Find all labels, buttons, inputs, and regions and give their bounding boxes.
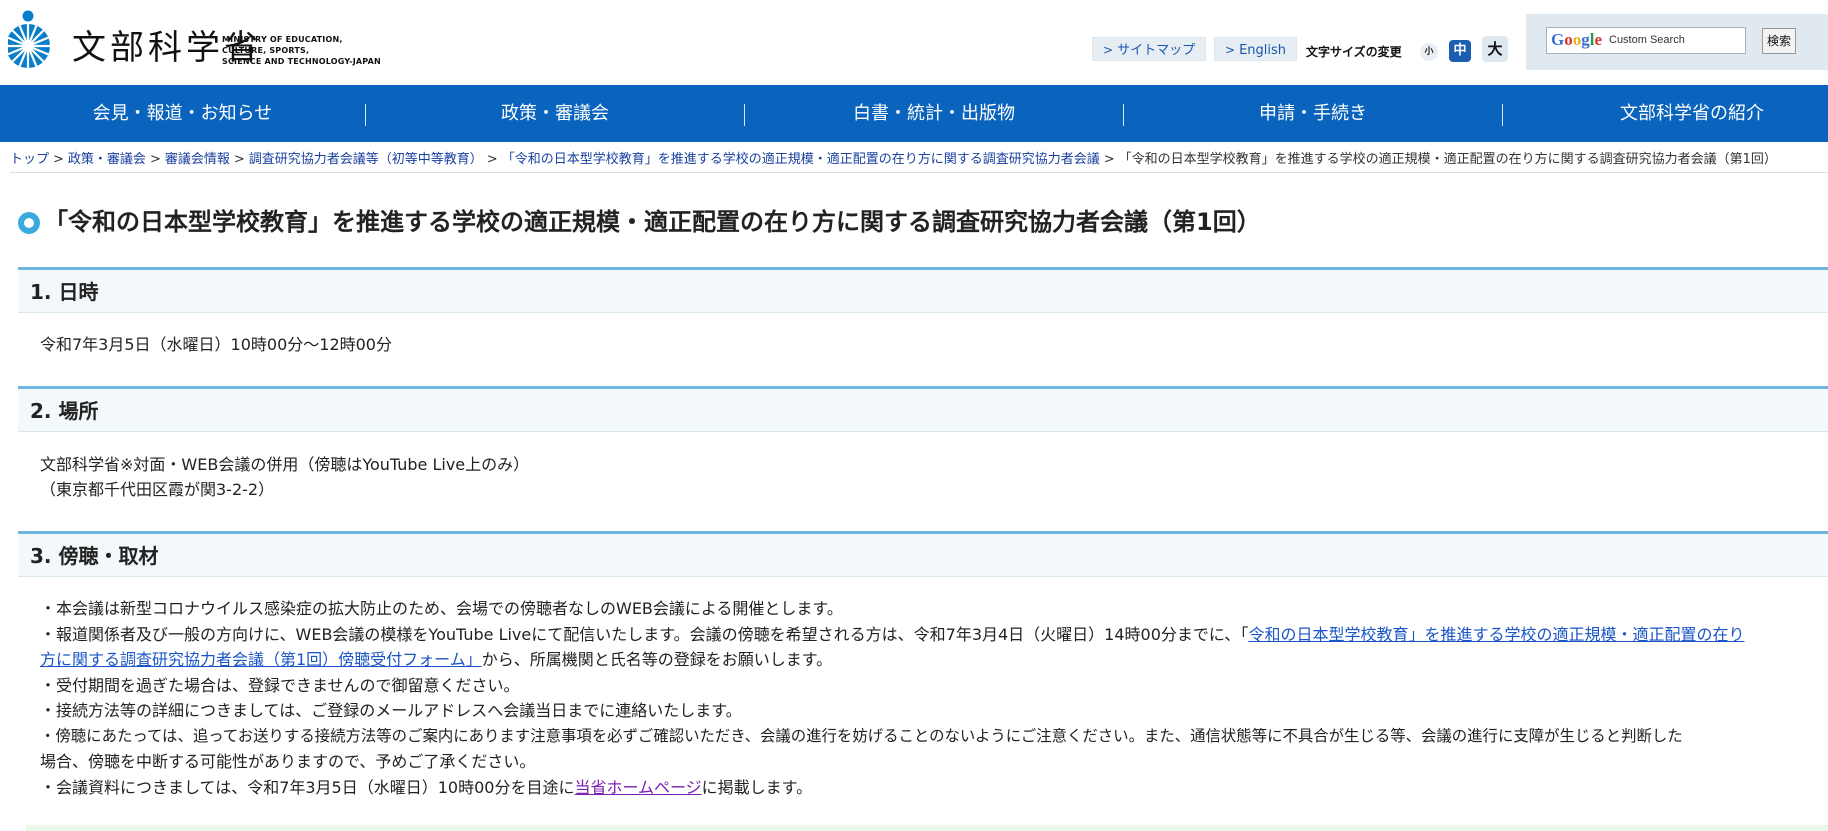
next-section-strip: [26, 825, 1828, 831]
search-button[interactable]: 検索: [1762, 28, 1796, 54]
note-item: 方に関する調査研究協力者会議（第1回）傍聴受付フォーム」から、所属機関と氏名等の…: [40, 650, 833, 669]
nav-applications[interactable]: 申請・手続き: [1124, 85, 1502, 142]
english-link[interactable]: > English: [1214, 37, 1298, 61]
font-size-small-button[interactable]: 小: [1420, 43, 1438, 61]
section-heading-observation: 3. 傍聴・取材: [18, 531, 1828, 577]
page-title: 「令和の日本型学校教育」を推進する学校の適正規模・適正配置の在り方に関する調査研…: [44, 208, 1261, 236]
nav-about[interactable]: 文部科学省の紹介: [1503, 85, 1828, 142]
breadcrumb-link[interactable]: 調査研究協力者会議等（初等中等教育）: [249, 152, 483, 167]
mext-logo-mark-icon: [8, 10, 50, 68]
nav-publications[interactable]: 白書・統計・出版物: [745, 85, 1123, 142]
section-heading-datetime: 1. 日時: [18, 267, 1828, 313]
title-bullet-icon: [18, 212, 40, 234]
note-item: ・受付期間を過ぎた場合は、登録できませんので御留意ください。: [40, 675, 520, 695]
mext-logo[interactable]: 文部科学省 MINISTRY OF EDUCATION, CULTURE, SP…: [8, 10, 428, 70]
homepage-link[interactable]: 当省ホームページ: [574, 778, 701, 797]
chevron-right-icon: >: [1103, 43, 1114, 57]
meeting-address: （東京都千代田区霞が関3-2-2）: [40, 480, 275, 499]
breadcrumb-link[interactable]: トップ: [10, 152, 49, 167]
breadcrumb-link[interactable]: 政策・審議会: [68, 152, 146, 167]
font-size-medium-button[interactable]: 中: [1449, 40, 1471, 62]
font-size-label: 文字サイズの変更: [1306, 45, 1402, 59]
note-item: ・傍聴にあたっては、追ってお送りする接続方法等のご案内にあります注意事項を必ずご…: [40, 726, 1683, 745]
meeting-location: 文部科学省※対面・WEB会議の併用（傍聴はYouTube Live上のみ）: [40, 455, 530, 474]
breadcrumb: トップ > 政策・審議会 > 審議会情報 > 調査研究協力者会議等（初等中等教育） > 「令和の…: [10, 149, 1828, 171]
nav-press[interactable]: 会見・報道・お知らせ: [0, 85, 365, 142]
breadcrumb-current: 「令和の日本型学校教育」を推進する学校の適正規模・適正配置の在り方に関する調査研…: [1118, 152, 1777, 167]
note-item: ・会議資料につきましては、令和7年3月5日（水曜日）10時00分を目途に当省ホー…: [40, 777, 813, 797]
breadcrumb-separator: >: [53, 152, 64, 167]
breadcrumb-separator: >: [1103, 152, 1115, 167]
nav-policy[interactable]: 政策・審議会: [366, 85, 744, 142]
breadcrumb-separator: >: [149, 152, 161, 167]
google-logo: Google: [1551, 30, 1603, 49]
search-box: Custom Search Google 検索: [1526, 14, 1828, 70]
observation-notes: ・本会議は新型コロナウイルス感染症の拡大防止のため、会場での傍聴者なしのWEB会…: [40, 596, 1820, 800]
breadcrumb-link[interactable]: 「令和の日本型学校教育」を推進する学校の適正規模・適正配置の在り方に関する調査研…: [502, 152, 1100, 167]
note-item: ・本会議は新型コロナウイルス感染症の拡大防止のため、会場での傍聴者なしのWEB会…: [40, 599, 843, 618]
sitemap-link[interactable]: > サイトマップ: [1092, 37, 1207, 61]
font-size-large-button[interactable]: 大: [1482, 36, 1508, 62]
section-heading-location: 2. 場所: [18, 386, 1828, 432]
breadcrumb-link[interactable]: 審議会情報: [165, 152, 230, 167]
note-item: ・接続方法等の詳細につきましては、ご登録のメールアドレスへ会議当日までに連絡いた…: [40, 701, 742, 720]
breadcrumb-separator: >: [233, 152, 245, 167]
logo-english-text: MINISTRY OF EDUCATION, CULTURE, SPORTS, …: [222, 35, 381, 66]
breadcrumb-separator: >: [486, 152, 498, 167]
breadcrumb-divider: [10, 172, 1828, 173]
observation-form-link[interactable]: 方に関する調査研究協力者会議（第1回）傍聴受付フォーム」: [40, 650, 482, 669]
note-item: ・報道関係者及び一般の方向けに、WEB会議の模様をYouTube Liveにて配…: [40, 624, 1745, 644]
note-item: 場合、傍聴を中断する可能性がありますので、予めご了承ください。: [40, 752, 536, 771]
observation-form-link[interactable]: 令和の日本型学校教育」を推進する学校の適正規模・適正配置の在り: [1248, 625, 1744, 644]
chevron-right-icon: >: [1225, 43, 1236, 57]
meeting-datetime: 令和7年3月5日（水曜日）10時00分～12時00分: [40, 335, 392, 354]
global-nav: 会見・報道・お知らせ 政策・審議会 白書・統計・出版物 申請・手続き 文部科学省…: [0, 85, 1828, 142]
